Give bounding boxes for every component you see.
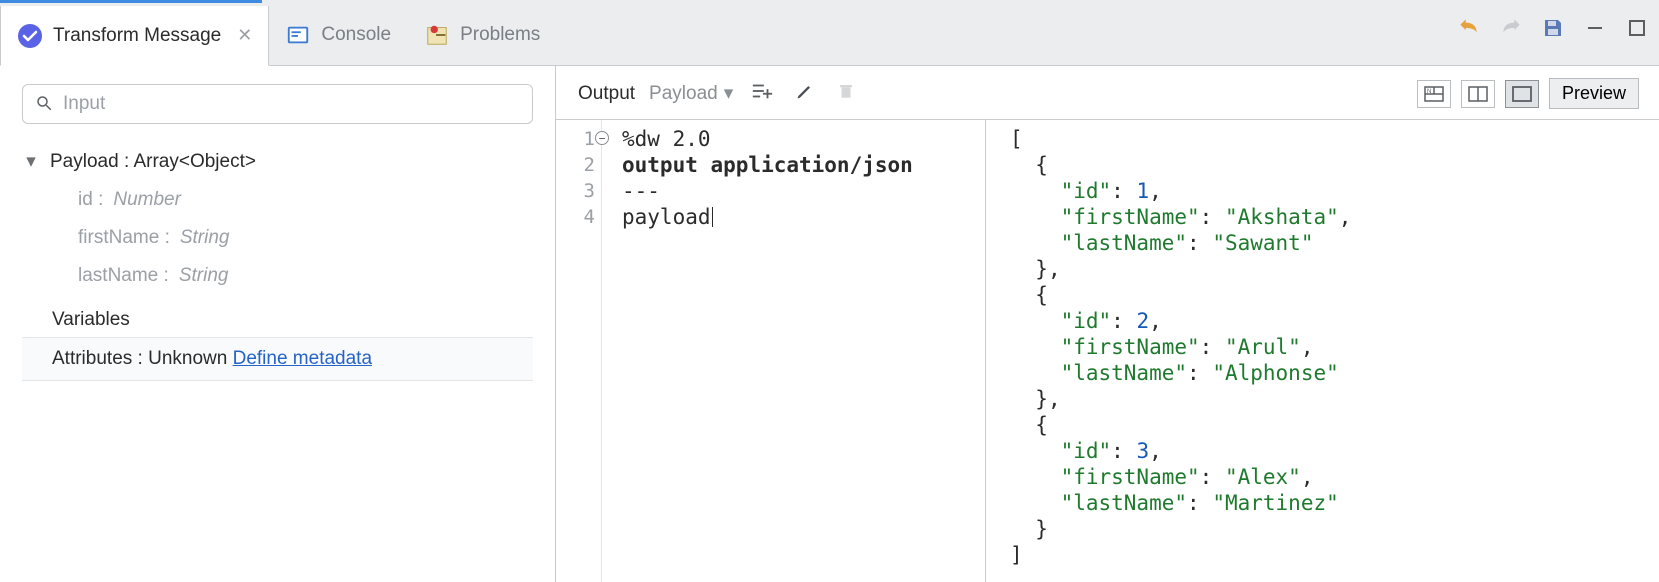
preview-button[interactable]: Preview bbox=[1549, 78, 1639, 109]
field-type: String bbox=[179, 265, 229, 287]
output-target-text: Payload bbox=[649, 83, 718, 105]
payload-root-label: Payload : Array<Object> bbox=[50, 151, 256, 173]
svg-text:N: N bbox=[1427, 89, 1431, 95]
layout-columns-button[interactable] bbox=[1461, 80, 1495, 108]
edit-icon[interactable] bbox=[791, 79, 819, 109]
tab-label: Transform Message bbox=[53, 25, 221, 47]
problems-icon bbox=[424, 22, 450, 48]
chevron-down-icon: ▾ bbox=[724, 82, 734, 105]
search-input-wrap[interactable] bbox=[22, 84, 533, 124]
define-metadata-link[interactable]: Define metadata bbox=[233, 348, 372, 369]
field-type: String bbox=[180, 227, 230, 249]
layout-tree-button[interactable]: N bbox=[1417, 80, 1451, 108]
window-toolbar bbox=[1455, 14, 1651, 42]
field-type: Number bbox=[113, 189, 181, 211]
chevron-down-icon: ▾ bbox=[22, 150, 40, 173]
input-panel: ▾ Payload : Array<Object> id : Numberfir… bbox=[0, 66, 556, 582]
variables-section[interactable]: Variables bbox=[22, 309, 533, 331]
attributes-text: Attributes : Unknown bbox=[52, 348, 233, 369]
tab-console[interactable]: Console bbox=[269, 5, 408, 65]
redo-icon[interactable] bbox=[1497, 14, 1525, 42]
layout-single-button[interactable] bbox=[1505, 80, 1539, 108]
output-panel: Output Payload ▾ N bbox=[556, 66, 1659, 582]
field-name: id : bbox=[78, 189, 103, 211]
tab-transform-message[interactable]: Transform Message ✕ bbox=[0, 6, 269, 66]
add-output-icon[interactable] bbox=[747, 79, 777, 109]
active-tab-indicator bbox=[0, 0, 262, 3]
tab-strip: Transform Message ✕ Console Problems bbox=[0, 0, 1659, 66]
payload-field-row[interactable]: firstName : String bbox=[22, 219, 533, 257]
payload-field-row[interactable]: lastName : String bbox=[22, 257, 533, 295]
code-body[interactable]: %dw 2.0output application/json---payload bbox=[602, 120, 985, 582]
tab-label: Console bbox=[321, 24, 391, 46]
output-label: Output bbox=[578, 83, 635, 105]
tab-label: Problems bbox=[460, 24, 540, 46]
output-toolbar: Output Payload ▾ N bbox=[556, 66, 1659, 120]
json-preview: [ { "id": 1, "firstName": "Akshata", "la… bbox=[986, 120, 1659, 582]
transform-icon bbox=[17, 23, 43, 49]
close-icon[interactable]: ✕ bbox=[237, 25, 252, 46]
line-gutter: 1−234 bbox=[556, 120, 602, 582]
tab-problems[interactable]: Problems bbox=[408, 5, 557, 65]
maximize-icon[interactable] bbox=[1623, 14, 1651, 42]
console-icon bbox=[285, 22, 311, 48]
dataweave-editor[interactable]: 1−234 %dw 2.0output application/json---p… bbox=[556, 120, 986, 582]
minimize-icon[interactable] bbox=[1581, 14, 1609, 42]
search-icon bbox=[35, 94, 53, 115]
output-target-selector[interactable]: Payload ▾ bbox=[649, 82, 733, 105]
payload-root-row[interactable]: ▾ Payload : Array<Object> bbox=[22, 142, 533, 181]
main-split: ▾ Payload : Array<Object> id : Numberfir… bbox=[0, 66, 1659, 582]
attributes-row: Attributes : Unknown Define metadata bbox=[22, 337, 533, 381]
save-icon[interactable] bbox=[1539, 14, 1567, 42]
payload-field-row[interactable]: id : Number bbox=[22, 181, 533, 219]
undo-icon[interactable] bbox=[1455, 14, 1483, 42]
delete-icon[interactable] bbox=[833, 79, 859, 109]
search-input[interactable] bbox=[63, 93, 520, 115]
fold-icon[interactable]: − bbox=[595, 131, 609, 145]
editor-area: 1−234 %dw 2.0output application/json---p… bbox=[556, 120, 1659, 582]
variables-label: Variables bbox=[52, 309, 130, 330]
field-name: firstName : bbox=[78, 227, 170, 249]
field-name: lastName : bbox=[78, 265, 169, 287]
